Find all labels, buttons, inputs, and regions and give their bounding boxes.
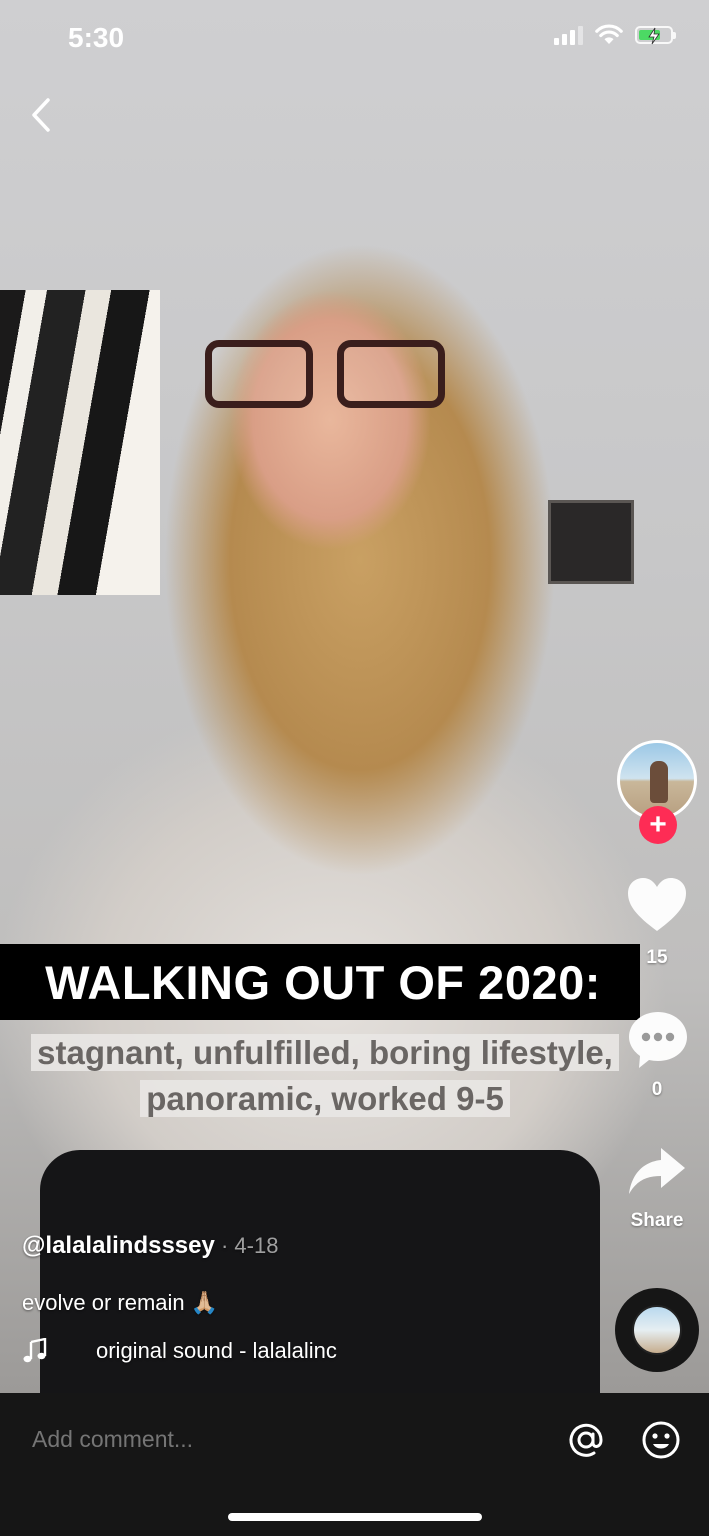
sound-disc[interactable] <box>615 1288 699 1372</box>
wifi-icon <box>595 24 623 44</box>
chevron-left-icon <box>32 98 50 132</box>
status-bar: 5:30 <box>0 0 709 80</box>
wall-art <box>0 290 160 595</box>
overlay-subtitle-line2: panoramic, worked 9-5 <box>140 1080 510 1117</box>
plus-icon: + <box>649 808 667 841</box>
share-label: Share <box>630 1210 684 1231</box>
battery-icon <box>635 25 676 44</box>
back-button[interactable] <box>26 95 56 135</box>
status-time: 5:30 <box>68 22 125 53</box>
music-note-icon <box>23 1338 47 1363</box>
like-count: 15 <box>646 947 668 968</box>
mention-icon[interactable] <box>566 1420 606 1460</box>
share-button[interactable] <box>627 1145 687 1202</box>
emoji-icon[interactable] <box>641 1420 681 1460</box>
follow-button[interactable]: + <box>639 806 677 844</box>
comment-button[interactable] <box>627 1010 689 1075</box>
post-caption: evolve or remain 🙏🏼 <box>22 1290 219 1315</box>
comment-bubble-icon <box>629 1012 687 1068</box>
video-player[interactable] <box>0 0 709 1393</box>
wall-frame <box>548 500 634 584</box>
video-text-overlay-subtitle: stagnant, unfulfilled, boring lifestyle,… <box>0 1030 650 1122</box>
overlay-subtitle-line1: stagnant, unfulfilled, boring lifestyle, <box>31 1034 619 1071</box>
like-button[interactable] <box>626 876 688 939</box>
video-text-overlay-title: WALKING OUT OF 2020: <box>0 944 640 1020</box>
sound-title: original sound - lalalalinc <box>96 1338 337 1363</box>
share-arrow-icon <box>629 1148 685 1194</box>
signal-icon <box>554 25 583 45</box>
comment-input[interactable] <box>30 1418 534 1460</box>
author-handle[interactable]: @lalalalindsssey · 4-18 <box>22 1232 278 1260</box>
comment-count: 0 <box>651 1079 663 1100</box>
post-date: · 4-18 <box>214 1233 279 1258</box>
heart-icon <box>628 878 686 931</box>
sound-row[interactable]: original sound - lalalalinc <box>22 1338 337 1364</box>
sound-cover-thumbnail <box>632 1305 682 1355</box>
home-indicator <box>228 1513 482 1521</box>
glasses <box>205 340 450 412</box>
